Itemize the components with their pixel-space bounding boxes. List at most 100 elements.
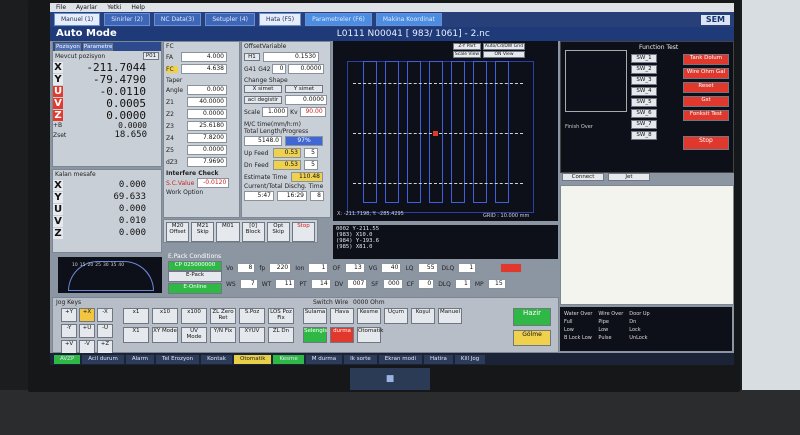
- switch-button[interactable]: SW_1: [631, 54, 657, 63]
- switch-button[interactable]: SW_3: [631, 76, 657, 85]
- g-value[interactable]: 0.0000: [288, 64, 325, 74]
- manual-button[interactable]: Manuel: [438, 308, 462, 324]
- aux-button[interactable]: durma: [330, 327, 354, 343]
- yn-fix-button[interactable]: Y/N Fix: [210, 327, 236, 343]
- switch-button[interactable]: SW_8: [631, 131, 657, 140]
- view-tool-zy[interactable]: Z-Y Part: [453, 43, 481, 50]
- block-button[interactable]: [0] Block: [241, 222, 265, 242]
- e-pack-button[interactable]: E-Pack: [168, 271, 222, 282]
- param-field[interactable]: 0: [418, 279, 435, 289]
- gst-button[interactable]: Gst: [683, 96, 729, 107]
- e-online-button[interactable]: E-Online: [168, 283, 222, 294]
- menu-help[interactable]: Help: [131, 3, 145, 12]
- tab-manual[interactable]: Manuel (1): [54, 13, 101, 26]
- jog-plus-y-button[interactable]: +Y: [61, 308, 77, 322]
- connect-button[interactable]: Connect: [562, 173, 604, 181]
- param-field[interactable]: 1: [458, 263, 477, 273]
- taper-field[interactable]: 7.9690: [187, 157, 227, 167]
- wire-ohm-button[interactable]: Wire Ohm Gal: [683, 68, 729, 79]
- aux-button[interactable]: Selengis: [303, 327, 327, 343]
- jog-minus-v-button[interactable]: -V: [79, 340, 95, 354]
- h-offset-button[interactable]: H1: [244, 53, 260, 61]
- taper-field[interactable]: 25.6180: [187, 121, 227, 131]
- aux-button[interactable]: Uçum: [384, 308, 408, 324]
- x-mirror-button[interactable]: X simet: [244, 85, 282, 93]
- tab-errors[interactable]: Hata (F5): [259, 13, 302, 26]
- param-field[interactable]: 1: [454, 279, 471, 289]
- switch-button[interactable]: SW_5: [631, 98, 657, 107]
- jog-plus-v-button[interactable]: +V: [61, 340, 77, 354]
- param-field[interactable]: 14: [310, 279, 331, 289]
- zl-down-button[interactable]: ZL Dn: [268, 327, 294, 343]
- menu-settings[interactable]: Ayarlar: [76, 3, 97, 12]
- x1-button[interactable]: X1: [123, 327, 149, 343]
- fc-field[interactable]: 4.638: [181, 64, 227, 74]
- tab-machine-coord[interactable]: Makina Koordinat: [375, 13, 442, 26]
- switch-button[interactable]: SW_7: [631, 120, 657, 129]
- scale-field[interactable]: 1.000: [262, 107, 289, 117]
- s-pos-button[interactable]: S.Poz: [239, 308, 265, 324]
- angle-field[interactable]: 0.0000: [285, 95, 327, 105]
- ready-button[interactable]: Hazir: [513, 308, 551, 326]
- jet-button[interactable]: Jet: [608, 173, 650, 181]
- switch-button[interactable]: SW_4: [631, 87, 657, 96]
- step-x100-button[interactable]: x100: [181, 308, 207, 324]
- m21-button[interactable]: M21 Skip: [191, 222, 215, 242]
- fa-field[interactable]: 4.000: [181, 52, 227, 62]
- param-field[interactable]: 1: [308, 263, 329, 273]
- param-field[interactable]: 40: [381, 263, 402, 273]
- param-field[interactable]: 8: [237, 263, 256, 273]
- param-field[interactable]: 220: [269, 263, 292, 273]
- aux-button[interactable]: Sulama: [303, 308, 327, 324]
- opt-skip-button[interactable]: Opt Skip: [266, 222, 290, 242]
- angle-change-button[interactable]: aci degistir: [244, 96, 282, 104]
- xy-mode-button[interactable]: XY Mode: [152, 327, 178, 343]
- function-run-button[interactable]: Fonksit Test: [683, 110, 729, 121]
- pos-tab-param[interactable]: Parametre: [82, 42, 114, 51]
- stop-button[interactable]: Stop: [291, 222, 316, 242]
- taper-field[interactable]: 0.000: [187, 85, 227, 95]
- toolpath-view[interactable]: Z-Y Part Auto/Cd/DW Grid Scale View ON V…: [333, 41, 558, 221]
- jog-minus-y-button[interactable]: -Y: [61, 324, 77, 338]
- pos-tab-position[interactable]: Pozisyon: [55, 42, 81, 51]
- m20-button[interactable]: M20 Offset: [166, 222, 190, 242]
- switch-button[interactable]: SW_6: [631, 109, 657, 118]
- jog-minus-x-button[interactable]: -X: [97, 308, 113, 322]
- jog-plus-u-button[interactable]: +U: [79, 324, 95, 338]
- param-field[interactable]: 11: [275, 279, 296, 289]
- menu-auth[interactable]: Yetki: [107, 3, 121, 12]
- step-x1-button[interactable]: x1: [123, 308, 149, 324]
- xyuv-button[interactable]: XYUV: [239, 327, 265, 343]
- param-field[interactable]: 13: [344, 263, 365, 273]
- taper-field[interactable]: 7.8200: [187, 133, 227, 143]
- pos-badge[interactable]: P01: [143, 52, 159, 60]
- tab-limits[interactable]: Sinirler (2): [104, 13, 150, 26]
- h-offset-field[interactable]: 0.1530: [263, 52, 319, 62]
- step-x10-button[interactable]: x10: [152, 308, 178, 324]
- zl-zero-button[interactable]: ZL Zero Ret: [210, 308, 236, 324]
- los-pos-button[interactable]: LOS Poz Fix: [268, 308, 294, 324]
- tank-fill-button[interactable]: Tank Dolum: [683, 54, 729, 65]
- auto-button[interactable]: Otomatik: [357, 327, 383, 343]
- view-tool-scale[interactable]: Scale View: [453, 51, 481, 58]
- tab-nc-data[interactable]: NC Data(3): [153, 13, 202, 26]
- taper-field[interactable]: 40.0000: [187, 97, 227, 107]
- kv-field[interactable]: 90.00: [299, 107, 326, 117]
- aux-button[interactable]: Koşul: [411, 308, 435, 324]
- menu-file[interactable]: File: [56, 3, 66, 12]
- uv-mode-button[interactable]: UV Mode: [181, 327, 207, 343]
- param-field[interactable]: 007: [347, 279, 368, 289]
- taper-field[interactable]: 0.0000: [187, 109, 227, 119]
- param-field[interactable]: 55: [417, 263, 438, 273]
- m01-button[interactable]: M01: [216, 222, 240, 242]
- jog-minus-u-button[interactable]: -U: [97, 324, 113, 338]
- switch-button[interactable]: SW_2: [631, 65, 657, 74]
- g-index[interactable]: 0: [272, 64, 287, 74]
- view-tool-grid[interactable]: Auto/Cd/DW Grid: [483, 43, 525, 50]
- param-field[interactable]: 15: [487, 279, 506, 289]
- reset-button[interactable]: Reset: [683, 82, 729, 93]
- taper-field[interactable]: 0.0000: [187, 145, 227, 155]
- stop-test-button[interactable]: Stop: [683, 136, 729, 150]
- tab-setups[interactable]: Setupler (4): [205, 13, 256, 26]
- tab-parameters[interactable]: Parametreler (F6): [305, 13, 372, 26]
